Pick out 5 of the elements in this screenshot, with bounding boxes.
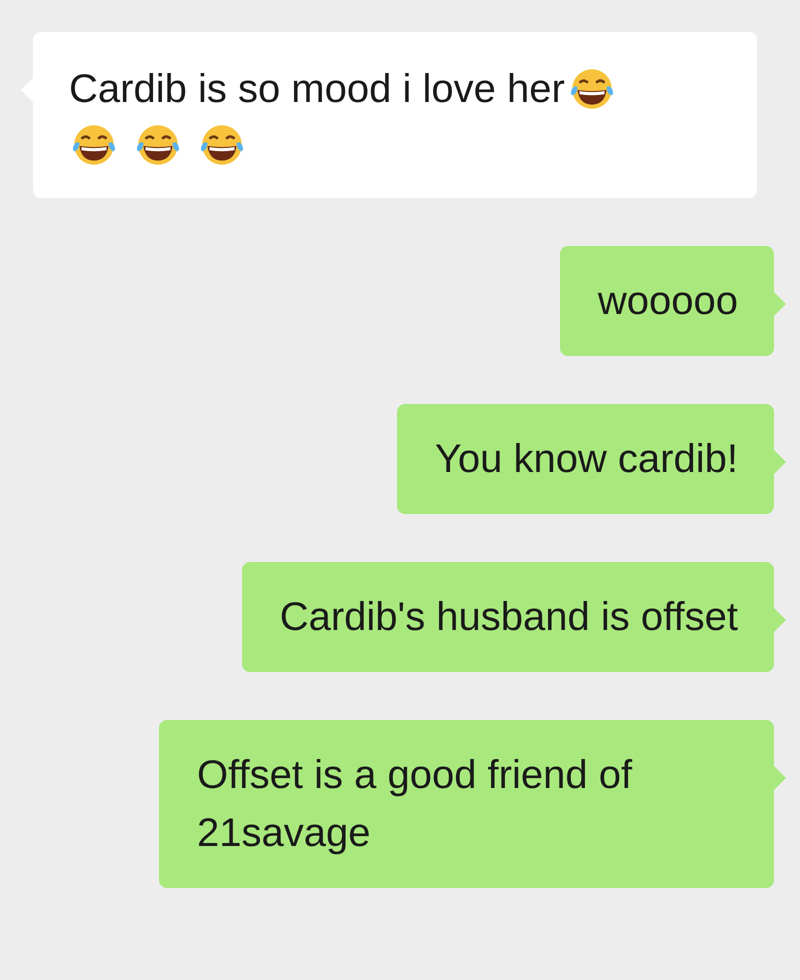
message-text: Cardib is so mood i love her — [69, 66, 565, 113]
message-text: You know cardib! — [434, 437, 738, 481]
message-text: Offset is a good friend of 21savage — [197, 753, 632, 855]
message-text: Cardib's husband is offset — [280, 595, 738, 639]
message-text: wooooo — [598, 279, 738, 323]
